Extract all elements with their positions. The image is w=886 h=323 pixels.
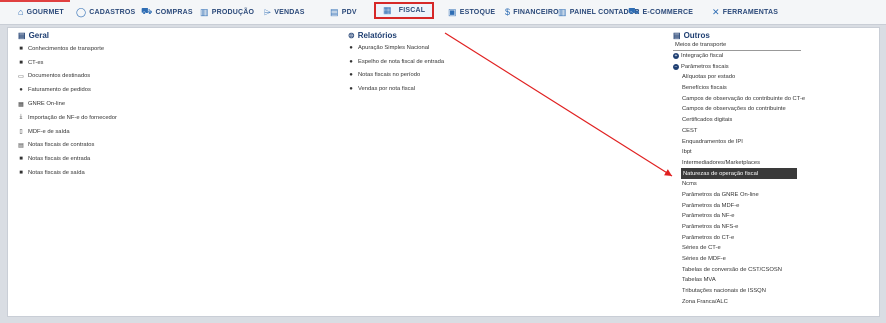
calculator-icon: ▦ [18,101,24,108]
menu-producao[interactable]: ▥ PRODUÇÃO [200,0,254,24]
import-icon: ⤓ [19,114,23,121]
geral-item[interactable]: ■ Notas fiscais de entrada [18,152,318,166]
parametros-fiscais-item[interactable]: Zona Franca/ALC [673,297,873,308]
relatorios-title: ⊜ Relatórios [348,31,397,40]
outros-title: ▤ Outros [673,31,710,40]
parametros-fiscais-sublist: Alíquotas por estado Benefícios fiscais Ca… [673,72,873,307]
tag-icon: ⌲ [264,6,272,17]
document-icon: ▭ [18,73,24,80]
parametros-fiscais-item[interactable]: Ncms [673,179,873,190]
menu-gourmet[interactable]: ⌂ GOURMET [18,0,64,24]
parametros-fiscais-item[interactable]: Parâmetros da MDF-e [673,200,873,211]
parametros-fiscais-item[interactable]: Parâmetros da GNRE On-line [673,190,873,201]
parametros-fiscais-item[interactable]: Intermediadores/Marketplaces [673,158,873,169]
parametros-fiscais-item[interactable]: Naturezas de operação fiscal [681,168,797,179]
factory-icon: ▥ [200,6,209,17]
parametros-fiscais-item[interactable]: Séries de MDF-e [673,254,873,265]
menu-cadastros[interactable]: ◯ CADASTROS [76,0,135,24]
outros-column: ▤ Outros Meios de transporte + Integração … [673,28,873,307]
parametros-fiscais-item[interactable]: Campos de observações do contribuinte [673,104,873,115]
relatorio-item[interactable]: ● Apuração Simples Nacional [348,41,648,55]
relatorio-item[interactable]: ● Vendas por nota fiscal [348,82,648,96]
relatorio-item[interactable]: ● Espelho de nota fiscal de entrada [348,55,648,69]
divider [673,50,801,51]
invoice-icon: ■ [19,156,23,163]
cadastros-icon: ◯ [76,6,87,17]
geral-item[interactable]: ■ CT-es [18,56,318,70]
parametros-fiscais-item[interactable]: Campos de observação do contribuinte do … [673,93,873,104]
truck-icon: ■ [19,45,23,52]
top-menu-bar: ⌂ GOURMET ◯ CADASTROS ⛟ COMPRAS ▥ PRODUÇÃO ⌲… [0,0,886,25]
list-icon: ▤ [673,31,681,40]
geral-item[interactable]: ▯ MDF-e de saída [18,125,318,139]
parametros-fiscais-item[interactable]: Parâmetros da NFS-e [673,222,873,233]
menu-e-commerce[interactable]: ⛟ E-COMMERCE [628,0,693,24]
parametros-fiscais-item[interactable]: Parâmetros do CT-e [673,232,873,243]
money-icon: $ [505,7,511,17]
menu-ferramentas[interactable]: ✕ FERRAMENTAS [712,0,778,24]
circle-icon: ● [349,58,353,65]
file-icon: ▯ [19,129,23,136]
contract-icon: ▤ [18,142,24,149]
parametros-fiscais-item[interactable]: Certificados digitais [673,115,873,126]
geral-item[interactable]: ⤓ Importação de NF-e do fornecedor [18,111,318,125]
geral-item[interactable]: ■ Conhecimentos de transporte [18,42,318,56]
parametros-fiscais-item[interactable]: Ibpt [673,147,873,158]
parametros-fiscais-item[interactable]: Tabelas de conversão de CST/CSOSN [673,264,873,275]
report-icon: ⊜ [348,31,355,40]
circle-icon: ● [349,86,353,93]
box-icon: ▣ [448,6,457,17]
minus-icon: − [673,63,679,70]
relatorio-item[interactable]: ● Notas fiscais no período [348,69,648,83]
clock-icon: ● [19,87,23,94]
ecommerce-icon: ⛟ [628,6,640,16]
menu-fiscal[interactable]: ▦ FISCAL [374,2,435,19]
parametros-fiscais-item[interactable]: Séries de CT-e [673,243,873,254]
menu-financeiro[interactable]: $ FINANCEIRO [505,0,559,24]
parametros-fiscais-item[interactable]: Parâmetros da NF-e [673,211,873,222]
geral-item[interactable]: ▭ Documentos destinados [18,70,318,84]
panel-icon: ▥ [558,6,567,17]
geral-item[interactable]: ■ Notas fiscais de saída [18,166,318,180]
relatorios-column: ⊜ Relatórios ● Apuração Simples Nacional ●… [348,28,648,96]
fiscal-menu-panel: ▤ Geral ■ Conhecimentos de transporte ■ CT-… [7,27,880,317]
parametros-fiscais-item[interactable]: Benefícios fiscais [673,83,873,94]
menu-estoque[interactable]: ▣ ESTOQUE [448,0,495,24]
plus-icon: + [673,53,679,60]
parametros-fiscais-toggle[interactable]: − Parâmetros fiscais [673,61,873,72]
parametros-fiscais-item[interactable]: Alíquotas por estado [673,72,873,83]
pos-icon: ▤ [330,6,339,17]
geral-item[interactable]: ▦ GNRE On-line [18,97,318,111]
circle-icon: ● [349,72,353,79]
circle-icon: ● [349,44,353,51]
geral-item[interactable]: ▤ Notas fiscais de contratos [18,139,318,153]
cart-icon: ⛟ [141,6,153,16]
geral-title: ▤ Geral [18,31,50,40]
integracao-fiscal-toggle[interactable]: + Integração fiscal [673,51,873,62]
invoice-icon: ■ [19,170,23,177]
parametros-fiscais-item[interactable]: Tabelas MVA [673,275,873,286]
menu-pdv[interactable]: ▤ PDV [330,0,357,24]
menu-vendas[interactable]: ⌲ VENDAS [264,0,305,24]
list-icon: ▤ [18,31,26,40]
truck-icon: ■ [19,59,23,66]
fiscal-icon: ▦ [383,5,392,15]
parametros-fiscais-item[interactable]: CEST [673,126,873,137]
geral-item[interactable]: ● Faturamento de pedidos [18,83,318,97]
menu-compras[interactable]: ⛟ COMPRAS [141,0,193,24]
geral-column: ▤ Geral ■ Conhecimentos de transporte ■ CT-… [18,28,318,180]
parametros-fiscais-item[interactable]: Enquadramentos de IPI [673,136,873,147]
tools-icon: ✕ [712,6,720,17]
parametros-fiscais-item[interactable]: Tributações nacionais de ISSQN [673,286,873,297]
gourmet-icon: ⌂ [18,7,24,17]
